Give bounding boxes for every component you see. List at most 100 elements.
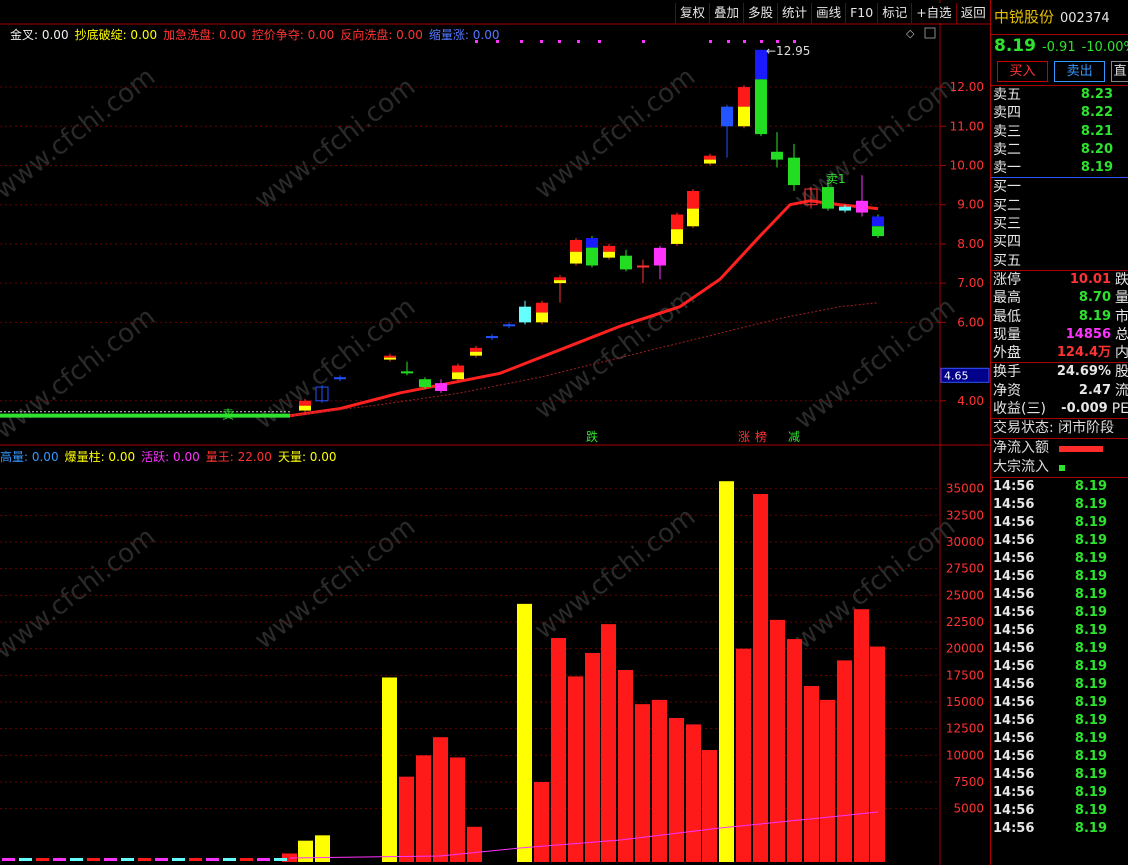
tick-row: 14:56 8.19 [991, 676, 1128, 694]
bid-row[interactable]: 买二 [991, 197, 1128, 215]
ask-price: 8.21 [1080, 123, 1113, 139]
tick-list[interactable]: 14:56 8.19 14:56 8.19 14:56 8.19 14:56 8.19 14:5… [991, 478, 1128, 838]
signal-dot [760, 40, 763, 43]
candle-body [570, 251, 582, 264]
tick-time: 14:56 [993, 569, 1035, 585]
stock-header[interactable]: 中锐股份 002374 [991, 0, 1128, 35]
stat2-row-label: 换手 [993, 364, 1021, 381]
signal-sell1: 卖1 [826, 172, 846, 186]
toolbar-btn-4[interactable]: 画线 [811, 3, 846, 23]
candle-body [755, 79, 767, 135]
toolbar-btn-7[interactable]: +自选 [911, 3, 956, 23]
bid-row[interactable]: 买一 [991, 178, 1128, 196]
candle-body [872, 226, 884, 237]
tick-row: 14:56 8.19 [991, 766, 1128, 784]
volume-bar [416, 755, 431, 862]
volume-bar [433, 737, 448, 862]
volume-bar-small [104, 858, 117, 861]
stat-row-label: 外盘 [993, 345, 1021, 362]
volume-bar [517, 603, 532, 862]
buy-button[interactable]: 买入 [997, 60, 1049, 82]
ask-label: 卖五 [993, 87, 1021, 103]
candle-body [536, 302, 548, 313]
tick-price: 8.19 [1074, 659, 1107, 675]
last-price: 8.19 [994, 36, 1036, 56]
more-button[interactable]: 直 [1111, 60, 1128, 82]
ask-row[interactable]: 卖三 8.21 [991, 123, 1128, 141]
toolbar-btn-1[interactable]: 叠加 [709, 3, 744, 23]
stat2-row: 净资 2.47 流 [991, 382, 1128, 400]
stat-row-value: 14856 [1065, 326, 1111, 342]
stats-block-2: 换手 24.69% 股净资 2.47 流收益(三) -0.009 PE [991, 363, 1128, 418]
signal-dot [793, 40, 796, 43]
candle-body [620, 255, 632, 270]
candle-body [452, 365, 464, 373]
ask-price: 8.20 [1080, 141, 1113, 157]
price-tick-label: 9.00 [957, 198, 984, 212]
watermark-text: www.cfchi.com [789, 72, 961, 216]
candle-body [299, 400, 311, 406]
stock-chart[interactable]: www.cfchi.com www.cfchi.com www.cfchi.com w… [0, 0, 990, 865]
volume-bar [736, 648, 751, 862]
bid-row[interactable]: 买四 [991, 233, 1128, 251]
signal-dot [776, 40, 779, 43]
candle-body [554, 280, 566, 284]
candle-body [603, 251, 615, 258]
toolbar-btn-2[interactable]: 多股 [743, 3, 778, 23]
tick-time: 14:56 [993, 713, 1035, 729]
block-flow-bar [1059, 464, 1065, 471]
toolbar-btn-5[interactable]: F10 [845, 3, 878, 23]
ask-row[interactable]: 卖一 8.19 [991, 159, 1128, 177]
indicator-4: 天量: 0.00 [277, 450, 337, 464]
signal-dot [642, 40, 645, 43]
volume-bar-small [53, 858, 66, 861]
volume-bar [686, 724, 701, 862]
ask-row[interactable]: 卖五 8.23 [991, 86, 1128, 104]
diamond-icon: ◇ [906, 27, 915, 40]
candle-body [637, 265, 649, 268]
toolbar-btn-3[interactable]: 统计 [777, 3, 812, 23]
indicator-0: 高量: 0.00 [0, 450, 59, 464]
tick-time: 14:56 [993, 605, 1035, 621]
candle-body [671, 214, 683, 230]
price-tick-label: 10.00 [950, 158, 984, 172]
stat-row-value: 124.4万 [1056, 345, 1111, 361]
bid-row[interactable]: 买三 [991, 215, 1128, 233]
tick-time: 14:56 [993, 695, 1035, 711]
volume-tick-label: 15000 [946, 695, 984, 709]
volume-bar [618, 670, 633, 862]
indicator-3: 控价争夺: 0.00 [251, 28, 335, 42]
sell-button[interactable]: 卖出 [1054, 60, 1106, 82]
signal-dot [558, 40, 561, 43]
volume-bar [854, 609, 869, 862]
candle-body [419, 379, 431, 388]
toolbar-btn-0[interactable]: 复权 [675, 3, 710, 23]
tick-price: 8.19 [1074, 731, 1107, 747]
bid-label: 买四 [993, 234, 1021, 251]
tick-price: 8.19 [1074, 713, 1107, 729]
volume-tick-label: 17500 [946, 668, 984, 682]
tick-price: 8.19 [1074, 587, 1107, 603]
tick-time: 14:56 [993, 767, 1035, 783]
tick-time: 14:56 [993, 749, 1035, 765]
ask-row[interactable]: 卖二 8.20 [991, 141, 1128, 159]
quote-panel: 中锐股份 002374 8.19 -0.91 -10.00% 买入 卖出 直 卖五 8.… [990, 0, 1128, 865]
tick-row: 14:56 8.19 [991, 496, 1128, 514]
indicator-legend-top: 金叉: 0.00 抄底破绽: 0.00 加急洗盘: 0.00 控价争夺: 0.00 反向… [10, 26, 505, 43]
toolbar-btn-8[interactable]: 返回 [955, 3, 990, 23]
stat2-row-label: 收益(三) [993, 401, 1046, 418]
stat-row-tail: 内 [1115, 345, 1128, 362]
toolbar-btn-6[interactable]: 标记 [877, 3, 912, 23]
candle-body [452, 372, 464, 380]
price-tick-label: 6.00 [957, 315, 984, 329]
watermark-text: www.cfchi.com [249, 512, 421, 656]
ask-row[interactable]: 卖四 8.22 [991, 104, 1128, 122]
tick-price: 8.19 [1074, 515, 1107, 531]
stat2-row-tail: PE [1111, 401, 1128, 418]
tick-time: 14:56 [993, 641, 1035, 657]
watermark-text: www.cfchi.com [529, 502, 701, 646]
bid-row[interactable]: 买五 [991, 252, 1128, 270]
signal-dot [727, 40, 730, 43]
stat2-row-value: -0.009 [1061, 401, 1108, 417]
volume-bar [601, 624, 616, 862]
